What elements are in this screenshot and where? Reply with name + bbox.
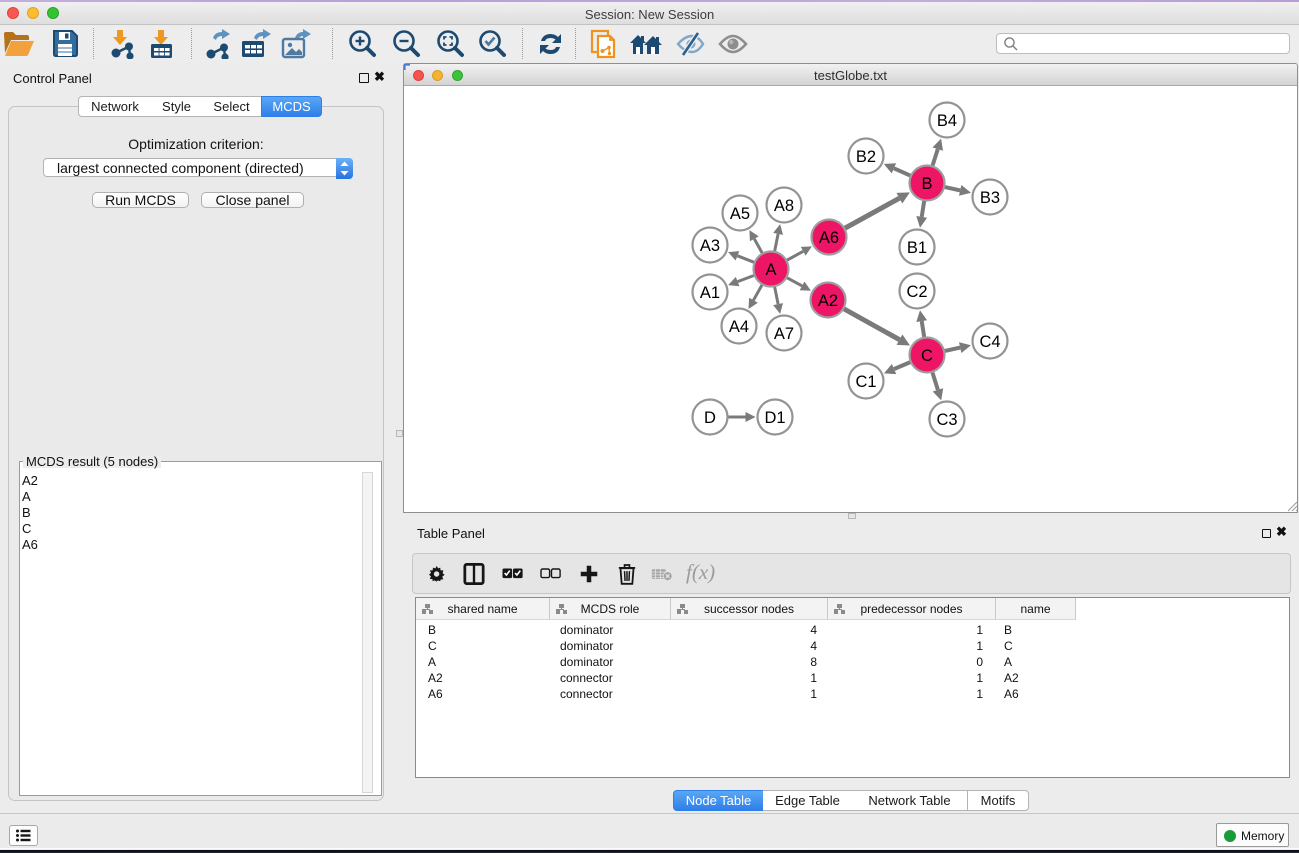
svg-text:A: A	[765, 261, 776, 279]
svg-text:A1: A1	[700, 284, 720, 302]
svg-text:B3: B3	[980, 189, 1000, 207]
svg-text:C3: C3	[936, 411, 957, 429]
svg-text:A7: A7	[774, 325, 794, 343]
svg-text:C2: C2	[906, 283, 927, 301]
svg-text:C1: C1	[855, 373, 876, 391]
svg-text:D1: D1	[764, 409, 785, 427]
svg-text:B2: B2	[856, 148, 876, 166]
svg-text:B1: B1	[907, 239, 927, 257]
svg-text:A8: A8	[774, 197, 794, 215]
svg-text:B4: B4	[937, 112, 957, 130]
svg-text:A5: A5	[730, 205, 750, 223]
svg-text:C: C	[921, 347, 933, 365]
svg-text:A4: A4	[729, 318, 749, 336]
svg-text:D: D	[704, 409, 716, 427]
svg-text:A2: A2	[818, 292, 838, 310]
svg-text:A3: A3	[700, 237, 720, 255]
svg-text:A6: A6	[819, 229, 839, 247]
svg-text:B: B	[921, 175, 932, 193]
svg-text:C4: C4	[979, 333, 1000, 351]
